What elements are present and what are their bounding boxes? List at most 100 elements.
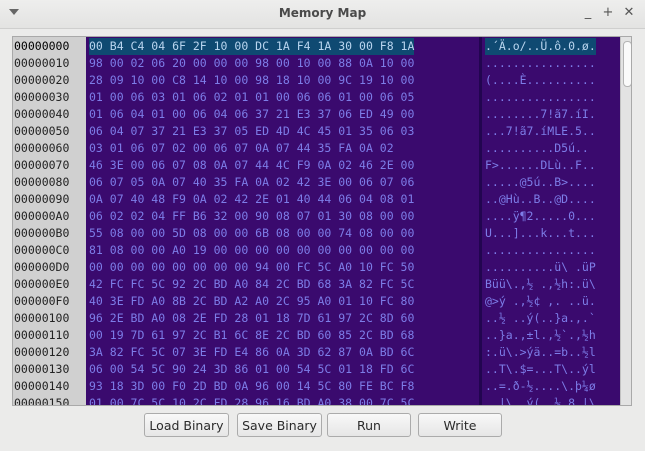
write-button[interactable]: Write — [418, 413, 502, 437]
row-hex-bytes: 00 19 7D 61 97 2C B1 6C 8E 2C BD 60 85 2… — [89, 328, 415, 342]
row-hex-bytes: 00 B4 C4 04 6F 2F 10 00 DC 1A F4 1A 30 0… — [89, 38, 415, 55]
row-hex-bytes: 06 07 05 0A 07 40 35 FA 0A 02 42 3E 00 0… — [89, 175, 415, 189]
row-address: 00000130 — [14, 362, 70, 376]
row-address: 00000110 — [14, 328, 70, 342]
table-row[interactable]: 000000B0 55 08 00 00 5D 08 00 00 6B 08 00… — [13, 225, 631, 242]
row-ascii: ..@Hù..B..@D.... — [485, 192, 596, 206]
row-address: 00000140 — [14, 379, 70, 393]
row-hex-bytes: 55 08 00 00 5D 08 00 00 6B 08 00 00 74 0… — [89, 226, 415, 240]
close-icon[interactable]: ✕ — [622, 6, 636, 20]
table-row[interactable]: 00000080 06 07 05 0A 07 40 35 FA 0A 02 42… — [13, 174, 631, 191]
table-row[interactable]: 00000010 98 00 02 06 20 00 00 00 98 00 10… — [13, 55, 631, 72]
table-row[interactable]: 00000000 00 B4 C4 04 6F 2F 10 00 DC 1A F4… — [13, 38, 631, 55]
table-row[interactable]: 00000050 06 04 07 37 21 E3 37 05 ED 4D 4C… — [13, 123, 631, 140]
row-address: 00000080 — [14, 175, 70, 189]
row-ascii: F>......DLù..F.. — [485, 158, 596, 172]
table-row[interactable]: 00000150 01 00 7C 5C 10 2C FD 28 96 16 BD… — [13, 395, 631, 406]
row-hex-bytes: 28 09 10 00 C8 14 10 00 98 18 10 00 9C 1… — [89, 73, 415, 87]
row-hex-bytes: 06 00 54 5C 90 24 3D 86 01 00 54 5C 01 1… — [89, 362, 415, 376]
row-address: 00000100 — [14, 311, 70, 325]
row-hex-bytes: 06 02 02 04 FF B6 32 00 90 08 07 01 30 0… — [89, 209, 415, 223]
table-row[interactable]: 000000C0 81 08 00 00 A0 19 00 00 00 00 00… — [13, 242, 631, 259]
row-address: 000000C0 — [14, 243, 70, 257]
table-row[interactable]: 00000120 3A 82 FC 5C 07 3E FD E4 86 0A 3D… — [13, 344, 631, 361]
table-row[interactable]: 00000130 06 00 54 5C 90 24 3D 86 01 00 54… — [13, 361, 631, 378]
row-address: 00000030 — [14, 90, 70, 104]
row-ascii: ........7!ã7.íI. — [485, 107, 596, 121]
row-ascii: :.ü\.>ýä..=b..½l — [485, 345, 596, 359]
row-hex-bytes: 96 2E BD A0 08 2E FD 28 01 18 7D 61 97 2… — [89, 311, 415, 325]
run-button[interactable]: Run — [327, 413, 411, 437]
row-ascii: ..........D5ú.. — [485, 141, 589, 155]
table-row[interactable]: 00000100 96 2E BD A0 08 2E FD 28 01 18 7D… — [13, 310, 631, 327]
row-address: 000000E0 — [14, 277, 70, 291]
row-address: 000000D0 — [14, 260, 70, 274]
row-ascii: ................ — [485, 243, 596, 257]
memory-map-window: Memory Map _ + ✕ 00000000 00 B4 C4 04 6F … — [0, 0, 645, 451]
maximize-icon[interactable]: + — [601, 6, 615, 20]
row-ascii: ...7!ã7.íMLE.5.. — [485, 124, 596, 138]
row-hex-bytes: 00 00 00 00 00 00 00 00 94 00 FC 5C A0 1… — [89, 260, 415, 274]
row-hex-bytes: 40 3E FD A0 8B 2C BD A2 A0 2C 95 A0 01 1… — [89, 294, 415, 308]
row-hex-bytes: 06 04 07 37 21 E3 37 05 ED 4D 4C 45 01 3… — [89, 124, 415, 138]
row-address: 000000F0 — [14, 294, 70, 308]
table-row[interactable]: 00000040 01 06 04 01 00 06 04 06 37 21 E3… — [13, 106, 631, 123]
save-binary-button[interactable]: Save Binary — [237, 413, 322, 437]
row-hex-bytes: 01 06 04 01 00 06 04 06 37 21 E3 37 06 E… — [89, 107, 415, 121]
row-hex-bytes: 81 08 00 00 A0 19 00 00 00 00 00 00 00 0… — [89, 243, 415, 257]
table-row[interactable]: 000000D0 00 00 00 00 00 00 00 00 94 00 FC… — [13, 259, 631, 276]
row-ascii: ..=.ð-½....\.þ¼ø — [485, 379, 596, 393]
row-ascii: ....ÿ¶2.....0... — [485, 209, 596, 223]
row-ascii: Büü\.,½ .,½h:.ü\ — [485, 277, 596, 291]
table-row[interactable]: 00000070 46 3E 00 06 07 08 0A 07 44 4C F9… — [13, 157, 631, 174]
row-hex-bytes: 03 01 06 07 02 00 06 07 0A 07 44 35 FA 0… — [89, 141, 394, 155]
row-address: 00000090 — [14, 192, 70, 206]
row-ascii: .´Ä.o/..Ü.ô.0.ø. — [485, 38, 596, 55]
row-ascii: .....@5ú..B>.... — [485, 175, 596, 189]
row-address: 00000070 — [14, 158, 70, 172]
row-address: 00000000 — [14, 39, 70, 53]
row-ascii: U...]...k...t... — [485, 226, 596, 240]
row-hex-bytes: 98 00 02 06 20 00 00 00 98 00 10 00 88 0… — [89, 56, 415, 70]
row-ascii: ................ — [485, 90, 596, 104]
row-ascii: ..|\.,ý(..½ 8.|\ — [485, 396, 596, 406]
row-ascii: ..T\.$=...T\..ýl — [485, 362, 596, 376]
title-bar: Memory Map _ + ✕ — [0, 0, 645, 29]
table-row[interactable]: 00000060 03 01 06 07 02 00 06 07 0A 07 44… — [13, 140, 631, 157]
row-hex-bytes: 3A 82 FC 5C 07 3E FD E4 86 0A 3D 62 87 0… — [89, 345, 415, 359]
row-address: 000000A0 — [14, 209, 70, 223]
table-row[interactable]: 00000020 28 09 10 00 C8 14 10 00 98 18 10… — [13, 72, 631, 89]
row-hex-bytes: 42 FC FC 5C 92 2C BD A0 84 2C BD 68 3A 8… — [89, 277, 415, 291]
row-address: 00000040 — [14, 107, 70, 121]
row-address: 00000120 — [14, 345, 70, 359]
table-row[interactable]: 000000F0 40 3E FD A0 8B 2C BD A2 A0 2C 95… — [13, 293, 631, 310]
table-row[interactable]: 000000E0 42 FC FC 5C 92 2C BD A0 84 2C BD… — [13, 276, 631, 293]
table-row[interactable]: 00000110 00 19 7D 61 97 2C B1 6C 8E 2C BD… — [13, 327, 631, 344]
row-ascii: ..}a.,±l.,½`.,½h — [485, 328, 596, 342]
scrollbar-thumb[interactable] — [623, 41, 631, 87]
minimize-icon[interactable]: _ — [581, 6, 595, 20]
table-row[interactable]: 00000030 01 00 06 03 01 06 02 01 01 00 06… — [13, 89, 631, 106]
row-address: 00000010 — [14, 56, 70, 70]
table-row[interactable]: 00000090 0A 07 40 48 F9 0A 02 42 2E 01 40… — [13, 191, 631, 208]
row-ascii: ..½ ..ý(..}a.,.` — [485, 311, 596, 325]
row-ascii: @>ý .,½¢ ,. ..ü. — [485, 294, 596, 308]
window-title: Memory Map — [278, 6, 367, 20]
row-address: 00000150 — [14, 396, 70, 406]
row-ascii: ..........ü\ .üP — [485, 260, 596, 274]
hex-dump-view[interactable]: 00000000 00 B4 C4 04 6F 2F 10 00 DC 1A F4… — [12, 36, 632, 406]
row-ascii: (....È.......... — [485, 73, 596, 87]
row-hex-bytes: 46 3E 00 06 07 08 0A 07 44 4C F9 0A 02 4… — [89, 158, 415, 172]
row-hex-bytes: 01 00 7C 5C 10 2C FD 28 96 16 BD A0 38 0… — [89, 396, 415, 406]
row-hex-bytes: 01 00 06 03 01 06 02 01 01 00 06 06 01 0… — [89, 90, 415, 104]
row-address: 00000020 — [14, 73, 70, 87]
vertical-scrollbar[interactable] — [620, 37, 631, 405]
table-row[interactable]: 000000A0 06 02 02 04 FF B6 32 00 90 08 07… — [13, 208, 631, 225]
row-hex-bytes: 93 18 3D 00 F0 2D BD 0A 96 00 14 5C 80 F… — [89, 379, 415, 393]
table-row[interactable]: 00000140 93 18 3D 00 F0 2D BD 0A 96 00 14… — [13, 378, 631, 395]
load-binary-button[interactable]: Load Binary — [144, 413, 229, 437]
row-address: 00000050 — [14, 124, 70, 138]
row-hex-bytes: 0A 07 40 48 F9 0A 02 42 2E 01 40 44 06 0… — [89, 192, 415, 206]
row-address: 000000B0 — [14, 226, 70, 240]
row-ascii: ................ — [485, 56, 596, 70]
